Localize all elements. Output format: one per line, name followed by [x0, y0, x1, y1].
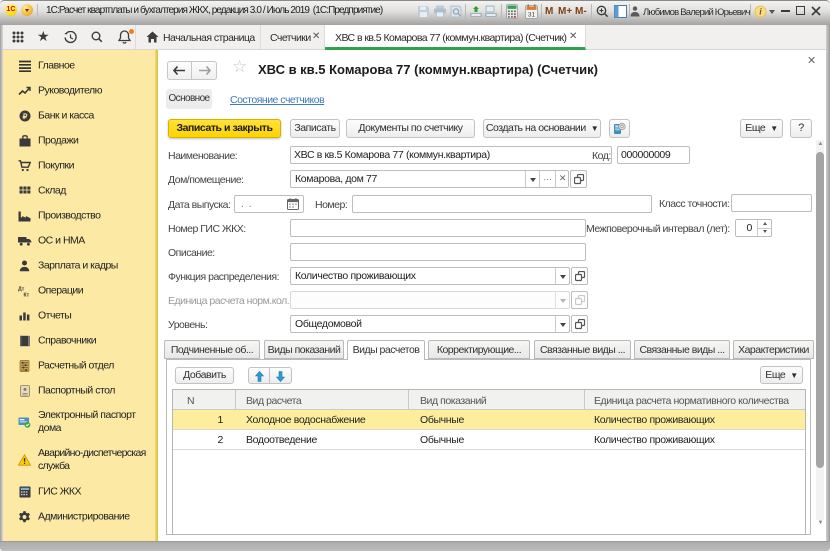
svg-text:31: 31	[528, 11, 536, 18]
svg-text:₽: ₽	[22, 111, 27, 120]
svg-text:Кт: Кт	[24, 292, 30, 297]
